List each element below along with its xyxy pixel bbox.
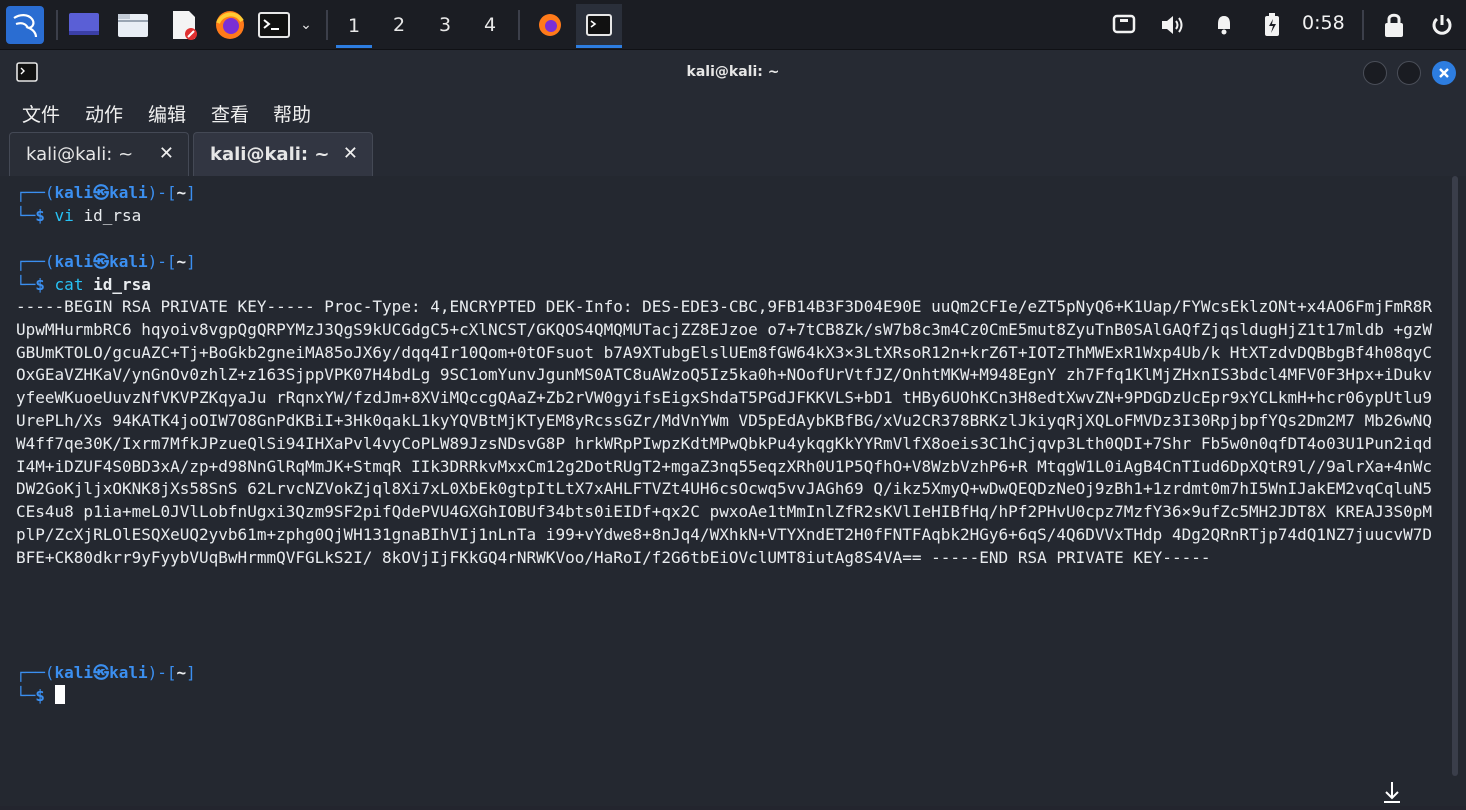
close-icon: [1439, 68, 1449, 78]
chevron-down-icon[interactable]: ⌄: [296, 8, 316, 42]
title-bar[interactable]: kali@kali: ~: [0, 50, 1466, 96]
close-tab-icon[interactable]: ✕: [343, 143, 358, 164]
volume-icon[interactable]: [1158, 8, 1188, 42]
separator: [1362, 10, 1364, 40]
menu-file[interactable]: 文件: [22, 100, 60, 127]
battery-icon[interactable]: [1258, 8, 1286, 42]
menu-view[interactable]: 查看: [211, 100, 249, 127]
tab-terminal-1[interactable]: kali@kali: ~ ✕: [9, 132, 189, 176]
tab-bar: kali@kali: ~ ✕ kali@kali: ~ ✕: [0, 132, 1466, 176]
lock-icon[interactable]: [1380, 8, 1408, 42]
menu-edit[interactable]: 编辑: [148, 100, 186, 127]
menu-bar: 文件 动作 编辑 查看 帮助: [0, 96, 1466, 130]
text-editor-icon[interactable]: [166, 8, 202, 42]
file-manager-icon[interactable]: [115, 8, 151, 42]
clock[interactable]: 0:58: [1302, 12, 1345, 34]
tab-label: kali@kali: ~: [210, 144, 330, 165]
firefox-running-icon[interactable]: [532, 8, 568, 42]
prompt-line: ┌──(kali㉿kali)-[~]: [16, 183, 196, 202]
terminal-running-icon[interactable]: [576, 4, 622, 48]
workspace-2[interactable]: 2: [381, 8, 417, 42]
tab-label: kali@kali: ~: [26, 144, 134, 165]
notifications-icon[interactable]: [1210, 8, 1238, 42]
maximize-button[interactable]: [1397, 61, 1421, 85]
command-output: -----BEGIN RSA PRIVATE KEY----- Proc-Typ…: [16, 297, 1433, 567]
command-line: └─$: [16, 685, 65, 707]
minimize-button[interactable]: [1363, 61, 1387, 85]
separator: [326, 10, 328, 40]
terminal-icon[interactable]: [256, 8, 292, 42]
separator: [56, 10, 58, 40]
tab-terminal-2[interactable]: kali@kali: ~ ✕: [193, 132, 373, 176]
menu-help[interactable]: 帮助: [273, 100, 311, 127]
power-icon[interactable]: [1428, 8, 1456, 42]
prompt-line: ┌──(kali㉿kali)-[~]: [16, 663, 196, 682]
desktop-icon[interactable]: [66, 8, 102, 42]
close-tab-icon[interactable]: ✕: [159, 143, 174, 164]
terminal-output[interactable]: ┌──(kali㉿kali)-[~] └─$ vi id_rsa ┌──(kal…: [0, 176, 1466, 806]
text-cursor: [54, 685, 65, 704]
top-panel: ⌄ 1 2 3 4 0:58: [0, 0, 1466, 50]
close-window-button[interactable]: [1432, 61, 1456, 85]
workspace-3[interactable]: 3: [427, 8, 463, 42]
command-line: └─$ cat id_rsa: [16, 275, 151, 294]
command-line: └─$ vi id_rsa: [16, 206, 142, 225]
window-title: kali@kali: ~: [686, 64, 780, 80]
separator: [518, 10, 520, 40]
menu-actions[interactable]: 动作: [85, 100, 123, 127]
scrollbar[interactable]: [1452, 176, 1458, 776]
firefox-icon[interactable]: [212, 8, 248, 42]
workspace-4[interactable]: 4: [472, 8, 508, 42]
kali-menu-icon[interactable]: [6, 6, 44, 44]
screen-icon[interactable]: [1110, 8, 1138, 42]
prompt-line: ┌──(kali㉿kali)-[~]: [16, 252, 196, 271]
workspace-1[interactable]: 1: [336, 4, 372, 48]
terminal-window: kali@kali: ~ 文件 动作 编辑 查看 帮助 kali@kali: ~…: [0, 50, 1466, 806]
